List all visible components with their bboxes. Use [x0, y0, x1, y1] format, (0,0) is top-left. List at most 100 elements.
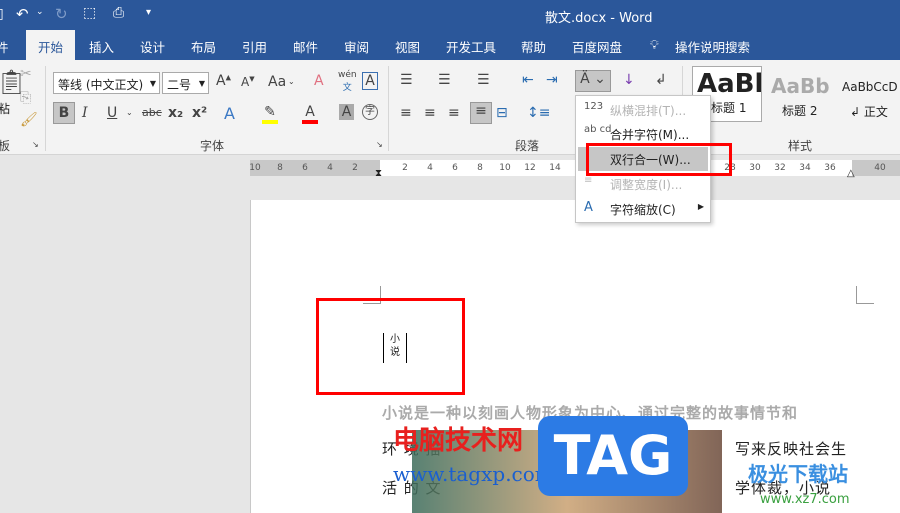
right-indent-marker[interactable]: △: [847, 168, 855, 179]
tab-insert[interactable]: 插入: [89, 37, 114, 56]
tab-file[interactable]: 件: [0, 37, 9, 56]
tab-developer[interactable]: 开发工具: [446, 37, 496, 56]
ruler-number: 30: [749, 163, 761, 173]
undo-dropdown-icon[interactable]: ⌄: [36, 7, 44, 17]
style-normal[interactable]: AaBbCcD ↲ 正文: [838, 66, 900, 122]
distributed-icon[interactable]: ⊟: [496, 105, 508, 121]
phonetic-guide-button[interactable]: wén 文: [338, 70, 357, 93]
font-name-value: 等线 (中文正文): [58, 78, 144, 92]
tell-me-search[interactable]: 操作说明搜索: [675, 37, 750, 56]
indent-marker[interactable]: ⧗: [375, 168, 382, 179]
menu-item-label: 合并字符(M)...: [610, 128, 690, 142]
style-preview: AaBbCcD: [842, 80, 898, 94]
clipboard-launcher-icon[interactable]: ↘: [32, 140, 39, 149]
strikethrough-button[interactable]: abc: [142, 106, 162, 119]
style-name: 标题 2: [782, 104, 818, 118]
undo-icon[interactable]: ↶: [16, 5, 29, 23]
tab-review[interactable]: 审阅: [344, 37, 369, 56]
cut-icon: ✂: [20, 66, 32, 82]
submenu-arrow-icon: ▶: [697, 202, 704, 211]
clear-formatting-icon[interactable]: A: [314, 73, 324, 89]
align-right-icon[interactable]: ≡: [448, 105, 460, 121]
touch-mode-icon[interactable]: ⬚: [83, 5, 96, 21]
sort-icon[interactable]: ↓: [623, 72, 635, 88]
style-name: ↲ 正文: [850, 105, 888, 119]
align-left-icon[interactable]: ≡: [400, 105, 412, 121]
styles-group-label: 样式: [788, 139, 813, 153]
phonetic-guide-sub: 文: [342, 83, 352, 93]
window-title: 散文.docx - Word: [545, 11, 653, 26]
font-launcher-icon[interactable]: ↘: [376, 140, 383, 149]
ruler-number: 34: [799, 163, 811, 173]
font-size-select[interactable]: 二号 ▼: [162, 72, 209, 94]
ruler-number: 6: [452, 163, 458, 173]
superscript-button[interactable]: x²: [192, 105, 207, 121]
menu-item-character-scaling[interactable]: A 字符缩放(C) ▶: [578, 197, 708, 221]
paste-label[interactable]: 粘: [0, 100, 10, 117]
chevron-down-icon[interactable]: ⌄: [288, 77, 295, 86]
paragraph-group-label: 段落: [515, 139, 540, 153]
ruler-number: 4: [327, 163, 333, 173]
grow-font-icon[interactable]: A▲: [216, 73, 231, 89]
underline-dropdown-icon[interactable]: ⌄: [126, 108, 133, 117]
tab-view[interactable]: 视图: [395, 37, 420, 56]
customize-toolbar-icon[interactable]: ▾: [146, 7, 151, 18]
tab-help[interactable]: 帮助: [521, 37, 546, 56]
ruler-number: 4: [427, 163, 433, 173]
ruler-number: 10: [249, 163, 261, 173]
underline-button[interactable]: U: [107, 105, 117, 121]
tab-design[interactable]: 设计: [140, 37, 165, 56]
tab-home[interactable]: 开始: [26, 30, 76, 60]
menu-item-label: 纵横混排(T)...: [610, 104, 687, 118]
justify-icon[interactable]: ≡: [470, 102, 492, 124]
save-icon[interactable]: ▯: [0, 6, 4, 22]
fit-text-icon: ≡: [584, 175, 593, 186]
multilevel-list-icon[interactable]: ☰: [477, 72, 490, 88]
character-border-button[interactable]: A: [362, 72, 378, 90]
clipboard-group-label: 板: [0, 139, 11, 153]
format-painter-icon[interactable]: 🖌︎: [20, 112, 38, 128]
text-effects-icon[interactable]: A: [224, 104, 235, 123]
change-case-button[interactable]: Aa: [268, 74, 286, 90]
ribbon: 📋︎ 粘 ✂ ⎘ 🖌︎ 板 ↘ 等线 (中文正文) ▼ 二号 ▼ A▲ A▼ Aa …: [0, 60, 900, 155]
numbering-icon[interactable]: ☰: [438, 72, 451, 88]
ruler-number: 8: [477, 163, 483, 173]
menu-item-label: 调整宽度(I)...: [610, 178, 683, 192]
align-center-icon[interactable]: ≡: [424, 105, 436, 121]
ruler-number: 12: [524, 163, 536, 173]
title-bar: ▯ ↶ ⌄ ↻ ⬚ ⎙ ▾ 散文.docx - Word: [0, 0, 900, 30]
tag-logo: TAG: [538, 416, 688, 496]
tab-references[interactable]: 引用: [242, 37, 267, 56]
increase-indent-icon[interactable]: ⇥: [546, 72, 558, 88]
copy-icon: ⎘: [20, 90, 32, 106]
line-spacing-icon[interactable]: ↕≡: [527, 105, 550, 121]
show-marks-icon[interactable]: ↲: [655, 72, 667, 88]
margin-corner-marker: [856, 286, 874, 304]
font-group-label: 字体: [200, 139, 225, 153]
font-color-icon[interactable]: A: [302, 104, 318, 124]
ruler-number: 6: [302, 163, 308, 173]
body-text-line[interactable]: 写来反映社会生: [735, 438, 847, 459]
asian-layout-button[interactable]: Ä ⌄: [575, 70, 611, 92]
tab-baidu-netdisk[interactable]: 百度网盘: [572, 37, 622, 56]
tab-mailings[interactable]: 邮件: [293, 37, 318, 56]
italic-button[interactable]: I: [82, 105, 88, 121]
enclose-characters-button[interactable]: 字: [362, 104, 378, 120]
ruler-number: 36: [824, 163, 836, 173]
ruler-number: 2: [402, 163, 408, 173]
font-name-select[interactable]: 等线 (中文正文) ▼: [53, 72, 160, 94]
highlight-color-icon[interactable]: ✎: [262, 104, 278, 124]
ruler-number: 8: [277, 163, 283, 173]
character-shading-icon[interactable]: A: [339, 104, 354, 120]
menu-item-vertical-in-horizontal: 123 纵横混排(T)...: [578, 98, 708, 122]
watermark-site2-name: 极光下载站: [748, 462, 848, 486]
watermark-site2-url: www.xz7.com: [760, 492, 850, 507]
shrink-font-icon[interactable]: A▼: [241, 75, 255, 89]
print-preview-icon[interactable]: ⎙: [113, 5, 124, 21]
style-heading2[interactable]: AaBb( 标题 2: [768, 66, 830, 122]
bullets-icon[interactable]: ☰: [400, 72, 413, 88]
tab-layout[interactable]: 布局: [191, 37, 216, 56]
subscript-button[interactable]: x₂: [168, 105, 183, 121]
decrease-indent-icon[interactable]: ⇤: [522, 72, 534, 88]
bold-button[interactable]: B: [53, 102, 75, 124]
